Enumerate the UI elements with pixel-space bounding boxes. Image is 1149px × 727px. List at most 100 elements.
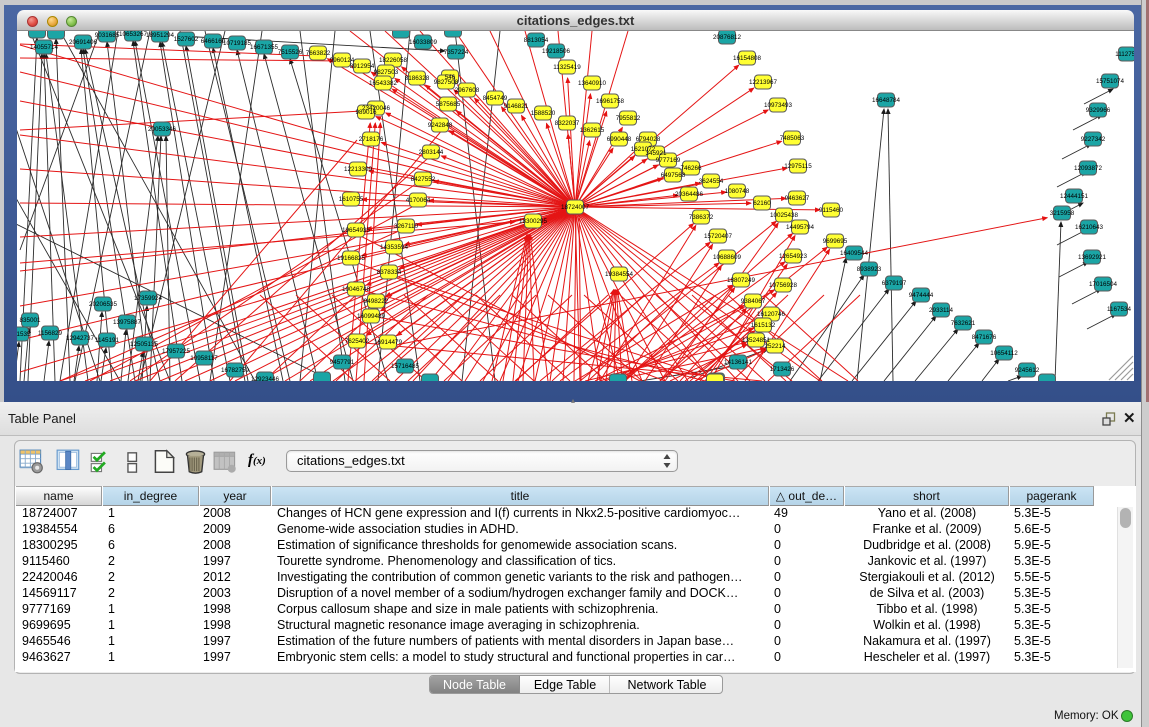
svg-text:2803144: 2803144 <box>419 149 444 156</box>
svg-text:3624554: 3624554 <box>699 178 724 185</box>
svg-text:10653267: 10653267 <box>119 31 148 38</box>
svg-text:18226058: 18226058 <box>379 57 408 64</box>
svg-text:9242848: 9242848 <box>428 122 453 129</box>
svg-text:2718176: 2718176 <box>359 136 384 143</box>
svg-text:16914479: 16914479 <box>374 339 403 346</box>
svg-text:1112753: 1112753 <box>1115 51 1134 58</box>
svg-text:4170064: 4170064 <box>406 197 431 204</box>
svg-text:18300295: 18300295 <box>519 218 548 225</box>
svg-text:12213967: 12213967 <box>749 79 778 86</box>
svg-text:9699695: 9699695 <box>823 238 848 245</box>
svg-text:16120746: 16120746 <box>757 311 786 318</box>
svg-text:16210643: 16210643 <box>1075 224 1104 231</box>
svg-text:18951294: 18951294 <box>146 32 175 39</box>
svg-text:9474444: 9474444 <box>909 292 934 299</box>
svg-text:9329966: 9329966 <box>1086 107 1111 114</box>
svg-text:12213309: 12213309 <box>344 166 373 173</box>
svg-text:9031685: 9031685 <box>95 32 120 39</box>
svg-text:1080748: 1080748 <box>725 188 750 195</box>
svg-text:7632621: 7632621 <box>951 320 976 327</box>
svg-text:12923446: 12923446 <box>251 376 280 381</box>
svg-text:10973493: 10973493 <box>764 102 793 109</box>
svg-text:7955812: 7955812 <box>616 115 641 122</box>
svg-text:1145191: 1145191 <box>95 337 120 344</box>
svg-text:7485063: 7485063 <box>780 135 805 142</box>
svg-text:9463627: 9463627 <box>785 195 810 202</box>
svg-text:19218506: 19218506 <box>542 48 571 55</box>
svg-text:9384067: 9384067 <box>741 298 766 305</box>
svg-text:10046748: 10046748 <box>342 286 371 293</box>
svg-text:7386372: 7386372 <box>689 214 714 221</box>
svg-text:16543382: 16543382 <box>369 80 398 87</box>
svg-text:3215958: 3215958 <box>1050 210 1075 217</box>
svg-text:9777169: 9777169 <box>656 157 681 164</box>
svg-text:20876812: 20876812 <box>713 34 742 41</box>
svg-text:5875685: 5875685 <box>436 101 461 108</box>
svg-text:9245612: 9245612 <box>1015 367 1040 374</box>
svg-text:15751074: 15751074 <box>1096 78 1125 85</box>
svg-text:835001: 835001 <box>19 317 41 324</box>
svg-text:17016504: 17016504 <box>1089 281 1118 288</box>
svg-text:7515526: 7515526 <box>278 49 303 56</box>
svg-text:9115460: 9115460 <box>819 207 844 214</box>
svg-text:18807249: 18807249 <box>727 277 756 284</box>
svg-text:19654935: 19654935 <box>342 227 371 234</box>
svg-text:6990448: 6990448 <box>607 136 632 143</box>
svg-text:14055714: 14055714 <box>30 44 59 51</box>
svg-text:17957225: 17957225 <box>162 348 191 355</box>
svg-text:7357224: 7357224 <box>444 49 469 56</box>
svg-text:12654923: 12654923 <box>779 253 808 260</box>
svg-text:12975115: 12975115 <box>784 163 812 170</box>
svg-text:2967608: 2967608 <box>455 87 480 94</box>
svg-text:989016: 989016 <box>355 109 377 116</box>
svg-text:16099489: 16099489 <box>357 313 386 320</box>
svg-text:8813054: 8813054 <box>524 37 549 44</box>
svg-text:14136141: 14136141 <box>724 359 753 366</box>
svg-text:746266: 746266 <box>680 165 702 172</box>
svg-text:7663822: 7663822 <box>306 50 331 57</box>
svg-text:991535: 991535 <box>17 331 31 338</box>
svg-text:9146821: 9146821 <box>504 103 529 110</box>
svg-text:12444151: 12444151 <box>1060 193 1089 200</box>
svg-text:8322037: 8322037 <box>555 120 580 127</box>
svg-text:13975887: 13975887 <box>113 319 142 326</box>
svg-text:11325419: 11325419 <box>553 64 581 71</box>
svg-text:7625402: 7625402 <box>345 338 370 345</box>
svg-text:1588520: 1588520 <box>531 110 556 117</box>
svg-text:20053346: 20053346 <box>148 126 177 133</box>
svg-text:9827503: 9827503 <box>374 69 399 76</box>
svg-text:10654112: 10654112 <box>990 350 1018 357</box>
svg-text:1615132: 1615132 <box>751 322 776 329</box>
svg-text:16409544: 16409544 <box>840 250 869 257</box>
svg-text:10688609: 10688609 <box>713 254 742 261</box>
svg-text:15716485: 15716485 <box>391 363 420 370</box>
svg-text:20364486: 20364486 <box>675 191 704 198</box>
svg-text:18724007: 18724007 <box>561 204 590 211</box>
svg-text:14495794: 14495794 <box>786 224 815 231</box>
svg-text:19384554: 19384554 <box>605 271 634 278</box>
svg-text:8378334: 8378334 <box>377 269 402 276</box>
svg-text:1527602: 1527602 <box>174 36 199 43</box>
svg-text:20691406: 20691406 <box>69 39 98 46</box>
svg-text:12505135: 12505135 <box>130 341 159 348</box>
svg-text:12093872: 12093872 <box>1074 165 1103 172</box>
svg-text:8186328: 8186328 <box>405 75 430 82</box>
svg-text:9827508: 9827508 <box>434 79 459 86</box>
svg-text:16648784: 16648784 <box>872 97 901 104</box>
svg-text:1156829: 1156829 <box>38 330 63 337</box>
svg-text:10958117: 10958117 <box>190 355 218 362</box>
svg-text:8471676: 8471676 <box>972 334 997 341</box>
svg-text:8454749: 8454749 <box>483 95 508 102</box>
svg-text:8427552: 8427552 <box>411 176 436 183</box>
svg-text:3267110: 3267110 <box>394 223 419 230</box>
svg-text:16033809: 16033809 <box>409 39 438 46</box>
svg-text:6379197: 6379197 <box>882 280 907 287</box>
svg-text:19166825: 19166825 <box>337 255 366 262</box>
svg-text:16782759: 16782759 <box>221 367 250 374</box>
svg-text:6497568: 6497568 <box>661 172 686 179</box>
svg-text:6794028: 6794028 <box>636 136 661 143</box>
svg-text:17359924: 17359924 <box>134 295 163 302</box>
svg-text:9498222: 9498222 <box>364 298 389 305</box>
svg-text:2933114: 2933114 <box>929 307 954 314</box>
svg-text:1362615: 1362615 <box>580 127 605 134</box>
